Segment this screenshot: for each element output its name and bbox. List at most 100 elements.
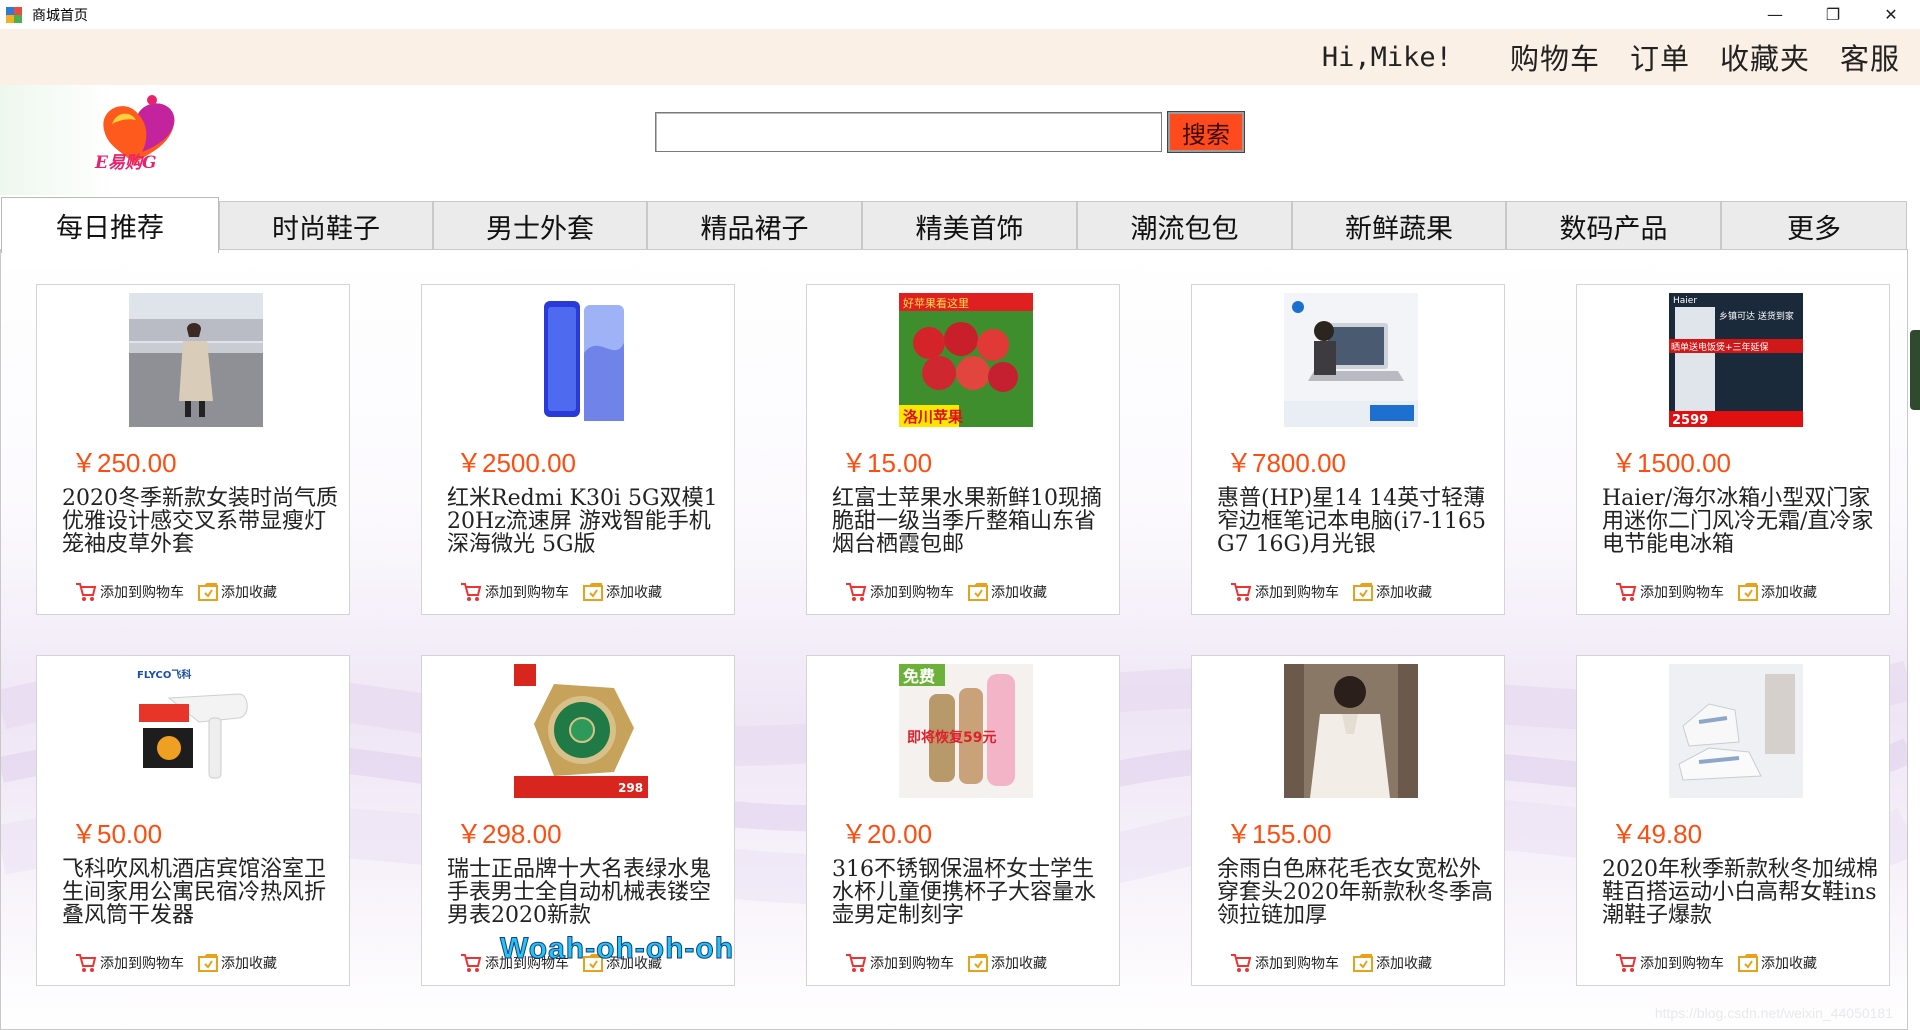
tab-bags[interactable]: 潮流包包 [1077,201,1292,251]
add-favorite-label: 添加收藏 [1376,585,1432,601]
nav-orders-link[interactable]: 订单 [1630,36,1690,78]
add-to-cart-label: 添加到购物车 [870,585,954,601]
product-price: ￥7800.00 [1226,448,1346,478]
add-to-cart-button[interactable]: 添加到购物车 [75,582,184,602]
add-favorite-label: 添加收藏 [606,585,662,601]
add-favorite-button[interactable]: 添加收藏 [198,582,277,602]
product-card[interactable]: ￥155.00 余雨白色麻花毛衣女宽松外穿套头2020年新款秋冬季高领拉链加厚 … [1191,655,1505,986]
add-favorite-button[interactable]: 添加收藏 [968,582,1047,602]
add-to-cart-button[interactable]: 添加到购物车 [75,953,184,973]
search-button[interactable]: 搜索 [1167,111,1245,153]
add-to-cart-label: 添加到购物车 [1640,585,1724,601]
product-price: ￥15.00 [841,448,933,478]
cart-icon [461,583,482,601]
add-favorite-label: 添加收藏 [991,956,1047,972]
coat-photo [129,293,263,427]
add-to-cart-button[interactable]: 添加到购物车 [1230,953,1339,973]
logo-search-area: E易购G 搜索 [0,85,1920,195]
product-title[interactable]: 316不锈钢保温杯女士学生水杯儿童便携杯子大容量水壶男定制刻字 [832,858,1110,927]
fridge-brand-text: Haier [1673,296,1697,306]
scroll-grip[interactable] [1910,330,1920,410]
apple-banner-text: 好苹果看这里 [903,296,969,310]
product-price: ￥20.00 [841,819,933,849]
sweater-photo [1284,664,1418,798]
add-to-cart-label: 添加到购物车 [1255,956,1339,972]
add-to-cart-button[interactable]: 添加到购物车 [845,582,954,602]
product-title[interactable]: Haier/海尔冰箱小型双门家用迷你二门风冷无霜/直冷家电节能电冰箱 [1602,487,1880,556]
product-card[interactable]: 好苹果看这里 洛川苹果 ￥15.00 红富士苹果水果新鲜10现摘脆甜一级当季斤整… [806,284,1120,615]
minimize-button[interactable]: — [1746,0,1804,29]
phone-photo [514,293,648,427]
add-favorite-button[interactable]: 添加收藏 [198,953,277,973]
nav-favorites-link[interactable]: 收藏夹 [1720,36,1810,78]
add-favorite-label: 添加收藏 [1376,956,1432,972]
product-card[interactable]: ￥2500.00 红米Redmi K30i 5G双模120Hz流速屏 游戏智能手… [421,284,735,615]
tab-digital[interactable]: 数码产品 [1506,201,1721,251]
favorite-folder-icon [1353,954,1373,972]
apple-photo: 好苹果看这里 洛川苹果 [899,293,1033,427]
hairdryer-photo: FLYCO飞科 [129,664,263,798]
product-price: ￥49.80 [1611,819,1703,849]
tab-shoes[interactable]: 时尚鞋子 [219,201,433,251]
product-title[interactable]: 余雨白色麻花毛衣女宽松外穿套头2020年新款秋冬季高领拉链加厚 [1217,858,1495,927]
add-favorite-button[interactable]: 添加收藏 [1738,582,1817,602]
product-card[interactable]: FLYCO飞科 ￥50.00 飞科吹风机酒店宾馆浴室卫生间家用公寓民宿冷热风折叠… [36,655,350,986]
tab-dresses[interactable]: 精品裙子 [647,201,862,251]
product-title[interactable]: 红米Redmi K30i 5G双模120Hz流速屏 游戏智能手机 深海微光 5G… [447,487,725,556]
add-to-cart-label: 添加到购物车 [100,956,184,972]
close-button[interactable]: ✕ [1862,0,1920,29]
product-price: ￥2500.00 [456,448,576,478]
add-favorite-button[interactable]: 添加收藏 [583,582,662,602]
add-to-cart-button[interactable]: 添加到购物车 [460,582,569,602]
cart-icon [461,954,482,972]
product-card[interactable]: Haier 乡镇可达 送货到家 晒单送电饭煲+三年延保 2599 ￥1500.0… [1576,284,1890,615]
tab-mens-coats[interactable]: 男士外套 [433,201,647,251]
add-to-cart-label: 添加到购物车 [1640,956,1724,972]
product-price: ￥250.00 [71,448,177,478]
fridge-offer-text: 晒单送电饭煲+三年延保 [1671,341,1769,353]
product-title[interactable]: 瑞士正品牌十大名表绿水鬼手表男士全自动机械表镂空男表2020新款 [447,858,725,927]
tab-more[interactable]: 更多 [1721,201,1907,251]
add-favorite-button[interactable]: 添加收藏 [968,953,1047,973]
favorite-folder-icon [198,954,218,972]
cart-icon [1616,954,1637,972]
cart-icon [76,583,97,601]
add-to-cart-button[interactable]: 添加到购物车 [1230,582,1339,602]
tab-produce[interactable]: 新鲜蔬果 [1292,201,1506,251]
add-to-cart-button[interactable]: 添加到购物车 [845,953,954,973]
restore-button[interactable]: ❐ [1804,0,1862,29]
window-title: 商城首页 [32,7,88,24]
product-title[interactable]: 惠普(HP)星14 14英寸轻薄窄边框笔记本电脑(i7-1165G7 16G)月… [1217,487,1495,556]
product-price: ￥50.00 [71,819,163,849]
thermos-tag-text: 即将恢复59元 [907,729,996,746]
fridge-photo: Haier 乡镇可达 送货到家 晒单送电饭煲+三年延保 2599 [1669,293,1803,427]
tab-daily-picks[interactable]: 每日推荐 [1,197,219,253]
product-panel: ￥250.00 2020冬季新款女装时尚气质优雅设计感交叉系带显瘦灯笼袖皮草外套… [0,249,1908,1030]
nav-service-link[interactable]: 客服 [1840,36,1900,78]
cart-icon [1231,583,1252,601]
add-favorite-button[interactable]: 添加收藏 [1738,953,1817,973]
cart-icon [1231,954,1252,972]
product-card[interactable]: ￥250.00 2020冬季新款女装时尚气质优雅设计感交叉系带显瘦灯笼袖皮草外套… [36,284,350,615]
dryer-brand-text: FLYCO飞科 [137,668,191,681]
product-title[interactable]: 2020冬季新款女装时尚气质优雅设计感交叉系带显瘦灯笼袖皮草外套 [62,487,340,556]
favorite-folder-icon [1738,583,1758,601]
favorite-folder-icon [968,583,988,601]
add-favorite-label: 添加收藏 [1761,585,1817,601]
product-title[interactable]: 飞科吹风机酒店宾馆浴室卫生间家用公寓民宿冷热风折叠风筒干发器 [62,858,340,927]
laptop-photo [1284,293,1418,427]
product-card[interactable]: ￥7800.00 惠普(HP)星14 14英寸轻薄窄边框笔记本电脑(i7-116… [1191,284,1505,615]
title-bar: 商城首页 — ❐ ✕ [0,0,1920,29]
search-input[interactable] [655,112,1162,152]
product-title[interactable]: 2020年秋季新款秋冬加绒棉鞋百搭运动小白高帮女鞋ins潮鞋子爆款 [1602,858,1880,927]
add-to-cart-button[interactable]: 添加到购物车 [1615,582,1724,602]
product-card[interactable]: ￥49.80 2020年秋季新款秋冬加绒棉鞋百搭运动小白高帮女鞋ins潮鞋子爆款… [1576,655,1890,986]
add-favorite-button[interactable]: 添加收藏 [1353,582,1432,602]
product-card[interactable]: 免费 即将恢复59元 ￥20.00 316不锈钢保温杯女士学生水杯儿童便携杯子大… [806,655,1120,986]
nav-cart-link[interactable]: 购物车 [1510,36,1600,78]
product-title[interactable]: 红富士苹果水果新鲜10现摘脆甜一级当季斤整箱山东省烟台栖霞包邮 [832,487,1110,556]
add-to-cart-button[interactable]: 添加到购物车 [1615,953,1724,973]
product-price: ￥298.00 [456,819,562,849]
tab-jewelry[interactable]: 精美首饰 [862,201,1077,251]
add-favorite-button[interactable]: 添加收藏 [1353,953,1432,973]
